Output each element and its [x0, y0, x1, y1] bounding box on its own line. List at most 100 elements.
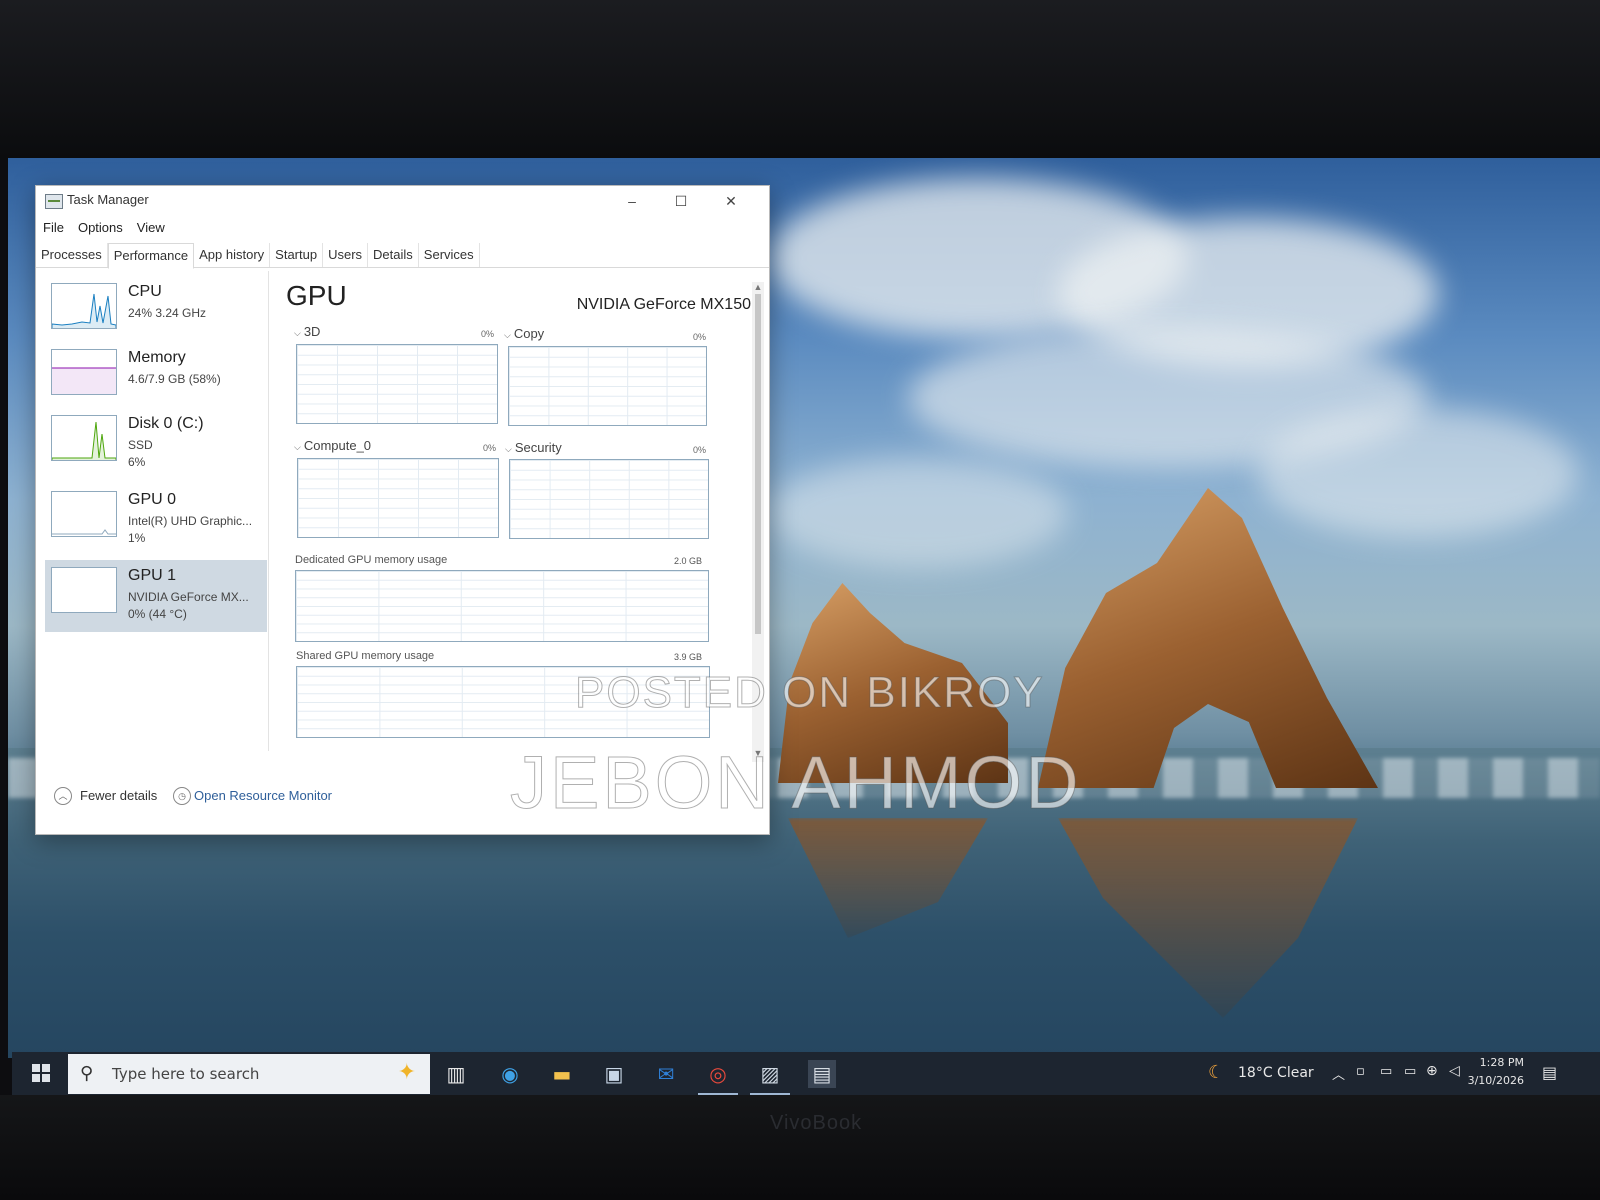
- weather-text[interactable]: 18°C Clear: [1238, 1065, 1314, 1081]
- photos-icon[interactable]: ▨: [756, 1060, 784, 1088]
- engine-selector-3d[interactable]: ⌵ 3D: [294, 324, 320, 339]
- open-resource-monitor-link[interactable]: Open Resource Monitor: [194, 788, 332, 803]
- bezel-brand-text: VivoBook: [770, 1112, 863, 1134]
- sidebar-label: GPU 1: [128, 567, 177, 584]
- gpu1-thumbnail-graph: [51, 567, 117, 613]
- memory-thumbnail-graph: [51, 349, 117, 395]
- tab-app-history[interactable]: App history: [194, 243, 271, 267]
- tab-processes[interactable]: Processes: [36, 243, 108, 267]
- menu-file[interactable]: File: [43, 217, 64, 239]
- sidebar-item-gpu-1[interactable]: GPU 1 NVIDIA GeForce MX... 0% (44 °C): [45, 560, 267, 632]
- watermark-line-2: JEBON AHMOD: [510, 741, 1082, 825]
- task-manager-icon: [45, 194, 63, 209]
- engine-selector-security[interactable]: ⌵ Security: [505, 440, 562, 455]
- chevron-down-icon: ⌵: [504, 330, 511, 340]
- tab-users[interactable]: Users: [323, 243, 369, 267]
- engine-percent: 0%: [693, 332, 707, 342]
- shared-memory-label: Shared GPU memory usage: [296, 650, 435, 662]
- scroll-thumb[interactable]: [755, 294, 761, 634]
- graph-3d: [296, 344, 498, 424]
- weather-moon-icon: ☾: [1208, 1062, 1225, 1083]
- device-name: NVIDIA GeForce MX150: [576, 296, 751, 313]
- tab-strip: Processes Performance App history Startu…: [36, 243, 769, 269]
- clock-date[interactable]: 3/10/2026: [1454, 1074, 1524, 1087]
- pane-divider[interactable]: [268, 271, 269, 751]
- sidebar-item-disk-0[interactable]: Disk 0 (C:) SSD 6%: [45, 408, 267, 480]
- dedicated-memory-label: Dedicated GPU memory usage: [295, 554, 448, 566]
- graph-dedicated-memory: [295, 570, 709, 642]
- battery-icon[interactable]: ▭: [1404, 1064, 1416, 1079]
- minimize-button[interactable]: –: [609, 188, 655, 214]
- store-icon[interactable]: ▣: [600, 1060, 628, 1088]
- sidebar-subtext: Intel(R) UHD Graphic...: [128, 514, 253, 528]
- close-button[interactable]: ✕: [708, 188, 754, 214]
- search-placeholder: Type here to search: [112, 1065, 260, 1083]
- outlook-icon[interactable]: ✉: [652, 1060, 680, 1088]
- engine-selector-compute-0[interactable]: ⌵ Compute_0: [294, 438, 371, 453]
- network-icon[interactable]: ⊕: [1426, 1063, 1438, 1079]
- graph-compute-0: [297, 458, 499, 538]
- sidebar-subtext: SSD: [128, 438, 153, 452]
- maximize-button[interactable]: ☐: [658, 188, 704, 214]
- tray-overflow-icon[interactable]: ︿: [1332, 1064, 1345, 1083]
- sidebar-label: Memory: [128, 349, 186, 366]
- menu-options[interactable]: Options: [78, 217, 123, 239]
- sidebar-item-cpu[interactable]: CPU 24% 3.24 GHz: [45, 276, 267, 348]
- sidebar-subtext: NVIDIA GeForce MX...: [128, 590, 249, 604]
- sidebar-item-memory[interactable]: Memory 4.6/7.9 GB (58%): [45, 342, 267, 414]
- sidebar-label: GPU 0: [128, 491, 177, 508]
- taskbar-search-box[interactable]: ⚲ Type here to search ✦: [68, 1054, 430, 1094]
- sidebar-label: Disk 0 (C:): [128, 415, 204, 432]
- laptop-bezel-bottom: [0, 1095, 1600, 1200]
- page-title: GPU: [286, 280, 347, 311]
- tab-details[interactable]: Details: [368, 243, 419, 267]
- resource-monitor-icon: ◷: [173, 787, 191, 805]
- sidebar-subtext: 24% 3.24 GHz: [128, 306, 207, 320]
- window-title: Task Manager: [67, 192, 149, 207]
- task-view-icon[interactable]: ▥: [442, 1060, 470, 1088]
- dedicated-memory-max: 2.0 GB: [674, 556, 703, 566]
- engine-percent: 0%: [483, 443, 497, 453]
- scroll-up-icon[interactable]: ▲: [752, 282, 764, 292]
- shared-memory-max: 3.9 GB: [674, 652, 703, 662]
- gpu0-thumbnail-graph: [51, 491, 117, 537]
- chevron-down-icon: ⌵: [505, 444, 512, 454]
- sidebar-subtext: 4.6/7.9 GB (58%): [128, 372, 221, 386]
- tab-services[interactable]: Services: [419, 243, 480, 267]
- tab-startup[interactable]: Startup: [270, 243, 324, 267]
- task-manager-window: Task Manager – ☐ ✕ File Options View Proce…: [35, 185, 770, 835]
- menu-bar: File Options View: [36, 217, 769, 239]
- chrome-icon[interactable]: ◎: [704, 1060, 732, 1088]
- sidebar-item-gpu-0[interactable]: GPU 0 Intel(R) UHD Graphic... 1%: [45, 484, 267, 556]
- tray-app-icon[interactable]: ▫: [1356, 1064, 1365, 1079]
- engine-percent: 0%: [693, 445, 707, 455]
- watermark-line-1: POSTED ON BIKROY: [575, 668, 1045, 718]
- cpu-thumbnail-graph: [51, 283, 117, 329]
- title-bar[interactable]: Task Manager – ☐ ✕: [36, 186, 769, 216]
- tab-performance[interactable]: Performance: [107, 243, 195, 269]
- tray-meet-icon[interactable]: ▭: [1380, 1064, 1392, 1079]
- fewer-details-link[interactable]: Fewer details: [80, 788, 157, 803]
- sea-stack-arch: [1038, 488, 1378, 788]
- sidebar-subtext: 6%: [128, 455, 146, 469]
- sidebar-label: CPU: [128, 283, 162, 300]
- engine-selector-copy[interactable]: ⌵ Copy: [504, 326, 544, 341]
- graph-security: [509, 459, 709, 539]
- edge-icon[interactable]: ◉: [496, 1060, 524, 1088]
- chevron-up-icon[interactable]: ︿: [54, 787, 72, 805]
- sidebar-subtext: 1%: [128, 531, 146, 545]
- notification-icon[interactable]: ▤: [1542, 1063, 1557, 1082]
- clock-time[interactable]: 1:28 PM: [1464, 1056, 1524, 1069]
- taskbar: ⚲ Type here to search ✦ ▥ ◉ ▬ ▣ ✉ ◎ ▨ ▤ …: [12, 1052, 1600, 1096]
- search-highlight-icon: ✦: [397, 1060, 416, 1085]
- chevron-down-icon: ⌵: [294, 442, 301, 452]
- menu-view[interactable]: View: [137, 217, 165, 239]
- windows-start-icon[interactable]: [32, 1064, 50, 1082]
- graph-copy: [508, 346, 707, 426]
- file-explorer-icon[interactable]: ▬: [548, 1060, 576, 1088]
- disk-thumbnail-graph: [51, 415, 117, 461]
- task-manager-taskbar-icon[interactable]: ▤: [808, 1060, 836, 1088]
- chevron-down-icon: ⌵: [294, 328, 301, 338]
- sidebar-subtext: 0% (44 °C): [128, 607, 187, 621]
- resource-sidebar: CPU 24% 3.24 GHz Memory 4.6/7.9 GB (58%)…: [45, 276, 267, 746]
